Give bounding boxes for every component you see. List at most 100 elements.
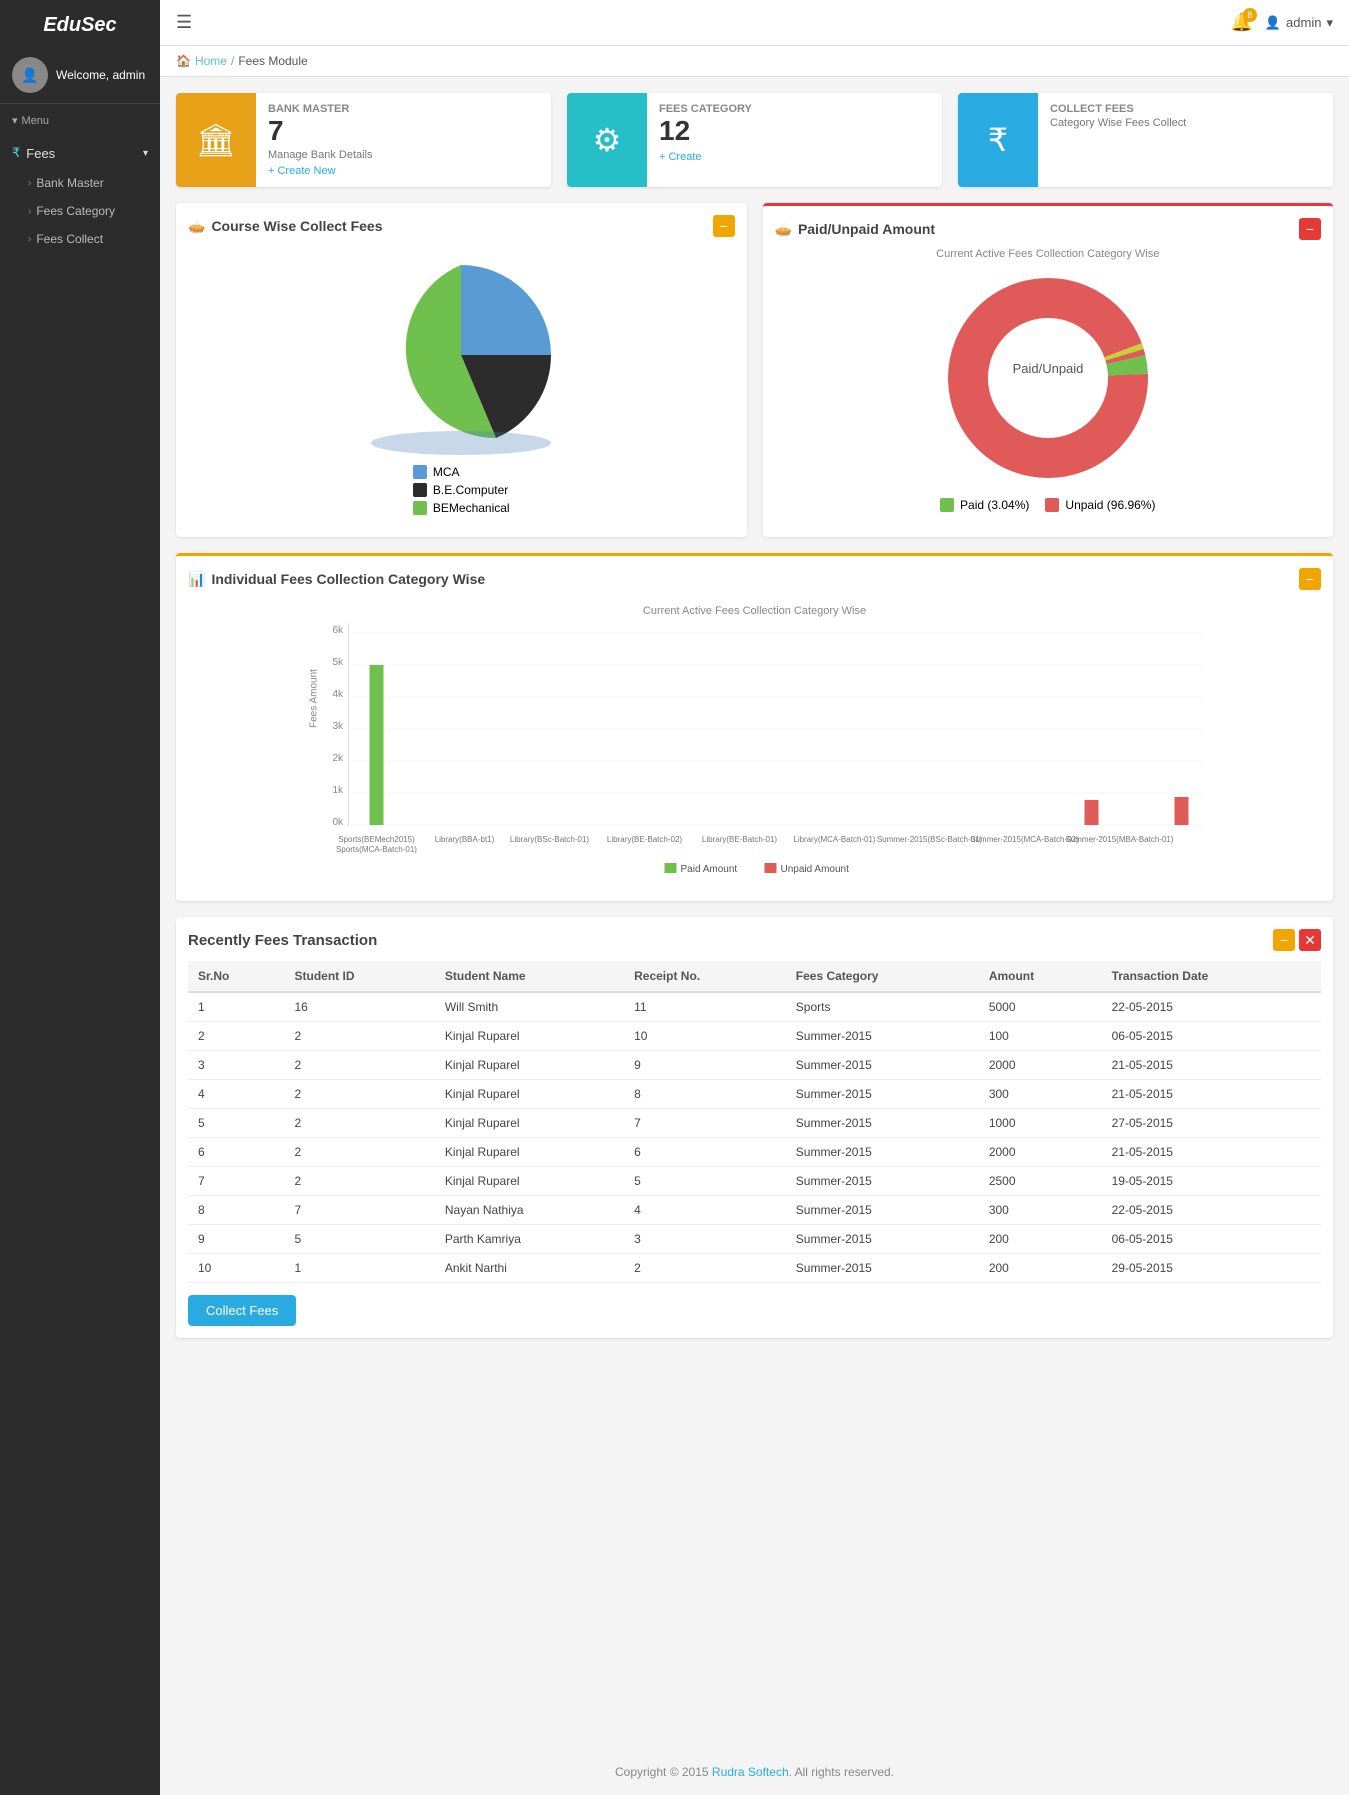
donut-icon: 🥧 — [775, 221, 792, 238]
legend-be-computer: B.E.Computer — [413, 483, 510, 497]
legend-mca: MCA — [413, 465, 510, 479]
table-cell-student_name: Parth Kamriya — [435, 1225, 624, 1254]
collect-fees-sub: Category Wise Fees Collect — [1050, 117, 1321, 129]
bar-chart-svg: Current Active Fees Collection Category … — [188, 598, 1321, 878]
table-cell-student_id: 2 — [285, 1138, 435, 1167]
svg-text:Library(MCA-Batch-01): Library(MCA-Batch-01) — [793, 835, 876, 844]
fees-category-card: ⚙ FEES CATEGORY 12 + Create — [567, 93, 942, 187]
svg-text:Summer-2015(MBA-Batch-01): Summer-2015(MBA-Batch-01) — [1065, 835, 1173, 844]
table-cell-sr: 3 — [188, 1051, 285, 1080]
fees-category-link[interactable]: + Create — [659, 151, 930, 163]
course-chart-minimize[interactable]: − — [713, 215, 735, 237]
bank-master-icon: 🏛 — [176, 93, 256, 187]
table-cell-amount: 5000 — [979, 992, 1102, 1022]
table-cell-date: 06-05-2015 — [1102, 1022, 1321, 1051]
course-chart-title: 🥧 Course Wise Collect Fees — [188, 218, 382, 235]
topbar-left: ☰ — [176, 12, 192, 33]
table-cell-amount: 1000 — [979, 1109, 1102, 1138]
table-cell-receipt: 8 — [624, 1080, 786, 1109]
table-cell-amount: 2000 — [979, 1138, 1102, 1167]
breadcrumb-home[interactable]: Home — [195, 54, 227, 68]
col-fees-category: Fees Category — [786, 961, 979, 992]
stat-cards: 🏛 BANK MASTER 7 Manage Bank Details + Cr… — [176, 93, 1333, 187]
bank-master-number: 7 — [268, 115, 539, 147]
fees-category-title: FEES CATEGORY — [659, 103, 930, 115]
bar-chart-minimize[interactable]: − — [1299, 568, 1321, 590]
sidebar-item-fees-collect[interactable]: › Fees Collect — [0, 225, 160, 253]
chevron-down-icon: ▾ — [12, 114, 18, 127]
table-header-row: Sr.No Student ID Student Name Receipt No… — [188, 961, 1321, 992]
col-srno: Sr.No — [188, 961, 285, 992]
table-cell-category: Summer-2015 — [786, 1109, 979, 1138]
svg-text:5k: 5k — [333, 657, 345, 668]
breadcrumb-section: Fees Module — [238, 54, 307, 68]
donut-legend: Paid (3.04%) Unpaid (96.96%) — [940, 498, 1155, 512]
bar-chart-area: Current Active Fees Collection Category … — [188, 598, 1321, 881]
svg-text:0k: 0k — [333, 817, 345, 828]
hamburger-button[interactable]: ☰ — [176, 12, 192, 33]
table-cell-date: 21-05-2015 — [1102, 1080, 1321, 1109]
sidebar-item-bank-master[interactable]: › Bank Master — [0, 169, 160, 197]
sidebar-fees-section: ₹ Fees ▾ › Bank Master › Fees Category ›… — [0, 131, 160, 259]
legend-dot-bemech — [413, 501, 427, 515]
table-cell-student_id: 2 — [285, 1080, 435, 1109]
paid-unpaid-minimize[interactable]: − — [1299, 218, 1321, 240]
legend-dot-be — [413, 483, 427, 497]
table-cell-amount: 200 — [979, 1254, 1102, 1283]
sidebar: EduSec 👤 Welcome, admin ▾ Menu ₹ Fees ▾ … — [0, 0, 160, 1795]
transaction-table: Sr.No Student ID Student Name Receipt No… — [188, 961, 1321, 1283]
table-cell-receipt: 7 — [624, 1109, 786, 1138]
arrow-icon: › — [28, 206, 31, 217]
table-cell-receipt: 2 — [624, 1254, 786, 1283]
legend-dot-paid — [940, 498, 954, 512]
col-student-name: Student Name — [435, 961, 624, 992]
table-cell-date: 21-05-2015 — [1102, 1051, 1321, 1080]
table-cell-receipt: 11 — [624, 992, 786, 1022]
sidebar-item-fees-category[interactable]: › Fees Category — [0, 197, 160, 225]
svg-text:Paid/Unpaid: Paid/Unpaid — [1012, 361, 1083, 376]
table-cell-category: Summer-2015 — [786, 1254, 979, 1283]
sidebar-fees-header[interactable]: ₹ Fees ▾ — [0, 137, 160, 169]
svg-text:4k: 4k — [333, 689, 345, 700]
table-cell-category: Summer-2015 — [786, 1080, 979, 1109]
app-logo: EduSec — [0, 0, 160, 47]
pie-chart-container: MCA B.E.Computer BEMechanical — [188, 245, 735, 525]
user-menu[interactable]: 👤 admin ▾ — [1265, 15, 1333, 31]
dropdown-arrow: ▾ — [1326, 15, 1333, 31]
donut-subtitle: Current Active Fees Collection Category … — [936, 248, 1159, 260]
bank-master-title: BANK MASTER — [268, 103, 539, 115]
topbar: ☰ 🔔 8 👤 admin ▾ — [160, 0, 1349, 46]
table-cell-student_id: 16 — [285, 992, 435, 1022]
pie-legend: MCA B.E.Computer BEMechanical — [413, 465, 510, 515]
table-cell-date: 06-05-2015 — [1102, 1225, 1321, 1254]
table-row: 32Kinjal Ruparel9Summer-2015200021-05-20… — [188, 1051, 1321, 1080]
table-cell-student_id: 5 — [285, 1225, 435, 1254]
pie-chart-svg — [341, 255, 581, 455]
table-cell-sr: 5 — [188, 1109, 285, 1138]
fees-category-icon: ⚙ — [567, 93, 647, 187]
arrow-icon: › — [28, 178, 31, 189]
sidebar-menu-label[interactable]: ▾ Menu — [0, 104, 160, 131]
table-cell-student_name: Kinjal Ruparel — [435, 1109, 624, 1138]
table-cell-date: 29-05-2015 — [1102, 1254, 1321, 1283]
collect-fees-body: COLLECT FEES Category Wise Fees Collect — [1038, 93, 1333, 187]
table-close-button[interactable]: ✕ — [1299, 929, 1321, 951]
table-row: 116Will Smith11Sports500022-05-2015 — [188, 992, 1321, 1022]
table-cell-date: 22-05-2015 — [1102, 1196, 1321, 1225]
pie-icon: 🥧 — [188, 218, 205, 235]
main-content: ☰ 🔔 8 👤 admin ▾ 🏠 Home / Fees Module 🏛 — [160, 0, 1349, 1795]
table-cell-student_id: 2 — [285, 1109, 435, 1138]
legend-bemech: BEMechanical — [413, 501, 510, 515]
bank-master-link[interactable]: + Create New — [268, 165, 539, 177]
notification-bell[interactable]: 🔔 8 — [1230, 12, 1252, 33]
donut-chart-container: Current Active Fees Collection Category … — [775, 248, 1322, 512]
bank-master-card: 🏛 BANK MASTER 7 Manage Bank Details + Cr… — [176, 93, 551, 187]
footer-company-link[interactable]: Rudra Softech — [712, 1765, 789, 1779]
table-cell-date: 19-05-2015 — [1102, 1167, 1321, 1196]
svg-text:Library(BE-Batch-02): Library(BE-Batch-02) — [607, 835, 682, 844]
collect-fees-button[interactable]: Collect Fees — [188, 1295, 296, 1326]
table-panel-title: Recently Fees Transaction — [188, 932, 377, 949]
table-cell-student_id: 7 — [285, 1196, 435, 1225]
course-chart-panel: 🥧 Course Wise Collect Fees − — [176, 203, 747, 537]
table-minimize-button[interactable]: − — [1273, 929, 1295, 951]
